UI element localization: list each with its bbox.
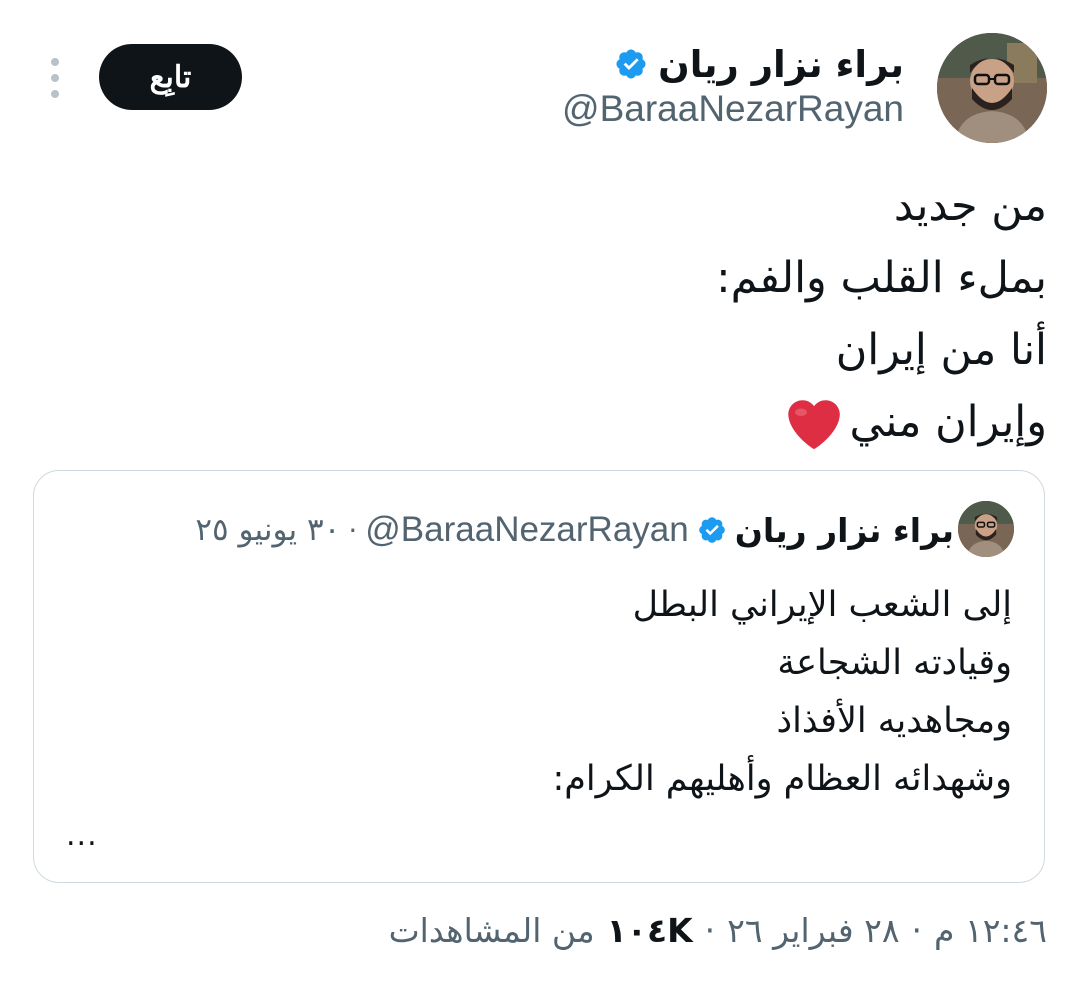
avatar[interactable]: [937, 33, 1047, 143]
quoted-line: وشهدائه العظام وأهليهم الكرام:: [552, 759, 1012, 799]
tweet-time[interactable]: ١٢:٤٦ م: [934, 911, 1047, 950]
author-handle[interactable]: @BaraaNezarRayan: [562, 88, 904, 130]
quoted-author-name: براء نزار ريان: [734, 510, 954, 550]
tweet-line: بملء القلب والفم:: [716, 253, 1047, 303]
quoted-line: ومجاهديه الأفذاذ: [776, 701, 1012, 741]
tweet-line: وإيران مني: [849, 397, 1047, 447]
tweet-line: من جديد: [893, 181, 1047, 231]
quoted-line: إلى الشعب الإيراني البطل: [632, 585, 1012, 625]
quoted-header: براء نزار ريان @BaraaNezarRayan · ٣٠ يون…: [195, 505, 954, 555]
dot: [51, 90, 59, 98]
dot: [51, 74, 59, 82]
verified-badge-icon: [697, 515, 727, 545]
separator-dot: ·: [348, 513, 358, 547]
author-name[interactable]: براء نزار ريان: [658, 43, 904, 86]
tweet-line-with-emoji: وإيران مني: [716, 386, 1047, 458]
tweet-date[interactable]: ٢٨ فبراير ٢٦: [727, 911, 899, 950]
separator-dot: ·: [704, 910, 716, 950]
views-label: من المشاهدات: [388, 910, 595, 950]
dot: [51, 58, 59, 66]
tweet-meta: ١٢:٤٦ م · ٢٨ فبراير ٢٦ · ١٠٤K من المشاهد…: [389, 905, 1047, 955]
quoted-line: وقيادته الشجاعة: [777, 643, 1012, 683]
more-vertical-icon[interactable]: [44, 58, 66, 98]
quoted-author-handle: @BaraaNezarRayan: [365, 510, 689, 549]
separator-dot: ·: [911, 910, 923, 950]
quoted-text: إلى الشعب الإيراني البطل وقيادته الشجاعة…: [552, 576, 1012, 808]
tweet-text: من جديد بملء القلب والفم: أنا من إيران و…: [716, 170, 1047, 458]
quoted-date: ٣٠ يونيو ٢٥: [195, 512, 341, 548]
views-count[interactable]: ١٠٤K: [607, 911, 693, 950]
verified-badge-icon: [614, 47, 648, 81]
tweet-line: أنا من إيران: [835, 325, 1047, 375]
author-name-row[interactable]: براء نزار ريان: [614, 36, 904, 92]
quoted-avatar: [958, 501, 1014, 557]
red-heart-icon: [786, 399, 840, 450]
follow-button[interactable]: تابِع: [99, 44, 242, 110]
show-more-ellipsis[interactable]: ...: [66, 818, 98, 853]
